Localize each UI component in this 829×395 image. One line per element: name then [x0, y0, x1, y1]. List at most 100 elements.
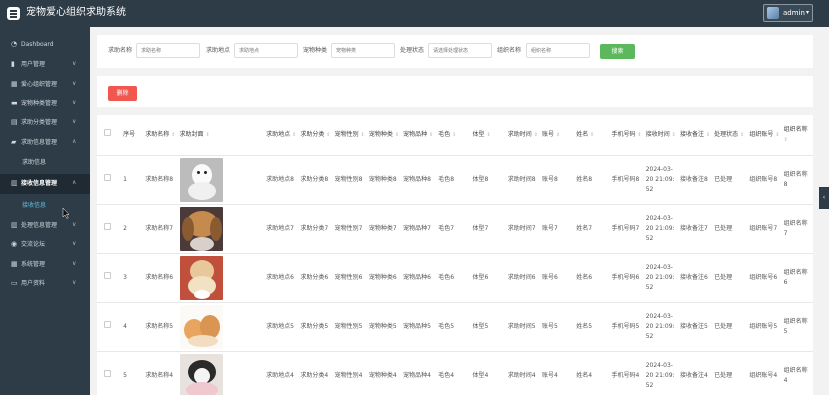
cell-pet-sex: 宠物性别6: [334, 273, 363, 281]
cell-cover: [178, 155, 265, 204]
sidebar-item-help-categories[interactable]: ▤ 求助分类管理 ∨: [0, 113, 90, 133]
col-header[interactable]: 接收时间 ⇕: [644, 115, 678, 155]
col-header[interactable]: 组织账号 ⇕: [747, 115, 781, 155]
tag-icon: ▤: [11, 118, 18, 126]
cell-pet-kind: 宠物种类5: [368, 322, 397, 330]
row-checkbox[interactable]: [104, 370, 111, 378]
col-header[interactable]: 手机号码 ⇕: [609, 115, 643, 155]
checkbox[interactable]: [104, 129, 111, 137]
sidebar-item-label: 求助信息管理: [21, 139, 58, 146]
data-table: 序号 求助名称 ⇕ 求助封面 ⇕ 求助地点 ⇕ 求助分类 ⇕ 宠物性别 ⇕ 宠物…: [97, 115, 813, 395]
delete-button[interactable]: 删除: [108, 86, 137, 101]
col-header[interactable]: 体型 ⇕: [471, 115, 506, 155]
table-row[interactable]: 1 求助名称8 求助地点8 求助分类8 宠物性别8 宠物种类8 宠物品种8 毛色…: [97, 155, 813, 204]
sidebar-item-dashboard[interactable]: ◔ Dashboard: [0, 35, 90, 55]
pet-photo[interactable]: [179, 157, 223, 202]
row-checkbox[interactable]: [104, 272, 111, 279]
table-row[interactable]: 4 求助名称5 求助地点5 求助分类5 宠物性别5 宠物种类5 宠物品种5 毛色…: [97, 302, 813, 351]
search-help-location-input[interactable]: [234, 43, 298, 58]
sidebar-item-label: 用户管理: [21, 61, 46, 68]
sidebar-item-help-info[interactable]: ▰ 求助信息管理 ∧: [0, 133, 90, 153]
table-row[interactable]: 5 求助名称4 求助地点4 求助分类4 宠物性别4 宠物种类4 宠物品种4 毛色…: [97, 351, 813, 395]
row-checkbox[interactable]: [104, 223, 111, 230]
cell-pet-kind: 宠物种类7: [368, 224, 397, 232]
chevron-down-icon: ∨: [72, 118, 77, 125]
pet-photo[interactable]: [179, 304, 223, 349]
sidebar-item-forum[interactable]: ◉ 交流论坛 ∨: [0, 235, 90, 255]
side-collapse-tab[interactable]: ‹: [819, 187, 829, 209]
cell-pet-kind: 宠物种类8: [368, 175, 397, 183]
col-header[interactable]: 姓名 ⇕: [574, 115, 609, 155]
cell-name: 姓名6: [576, 273, 593, 281]
cell-pet-breed: 宠物品种7: [403, 224, 431, 232]
col-header[interactable]: 宠物种类 ⇕: [367, 115, 401, 155]
cell-status: 已处理: [714, 175, 733, 183]
sidebar-item-users[interactable]: ▮ 用户管理 ∨: [0, 55, 90, 75]
search-org-name-input[interactable]: [526, 43, 590, 58]
col-header[interactable]: 求助时间 ⇕: [506, 115, 540, 155]
search-pet-type-input[interactable]: [331, 43, 395, 58]
cell-org-name: 组织名称6: [783, 268, 808, 286]
menu-toggle-icon[interactable]: [7, 7, 20, 20]
cell-account: 账号7: [542, 224, 558, 232]
cell-fur-color: 毛色8: [438, 175, 455, 183]
sidebar-item-system[interactable]: ▦ 系统管理 ∨: [0, 255, 90, 275]
select-all-checkbox[interactable]: [97, 115, 121, 155]
data-table-panel: 序号 求助名称 ⇕ 求助封面 ⇕ 求助地点 ⇕ 求助分类 ⇕ 宠物性别 ⇕ 宠物…: [97, 115, 813, 395]
row-checkbox[interactable]: [104, 321, 111, 328]
col-header[interactable]: 宠物性别 ⇕: [333, 115, 367, 155]
list-icon: ▥: [11, 179, 18, 187]
chevron-down-icon: ∨: [72, 60, 77, 67]
search-help-name-input[interactable]: [136, 43, 200, 58]
cell-phone: 手机号码4: [611, 371, 640, 379]
cell-cover: [178, 204, 265, 253]
sort-icon: ⇕: [533, 131, 538, 138]
sidebar-item-label: 求助分类管理: [21, 119, 58, 126]
col-header[interactable]: 接收备注 ⇕: [678, 115, 712, 155]
sidebar-subitem-receive-info[interactable]: 接收信息: [0, 197, 90, 215]
cell-location: 求助地点7: [266, 224, 294, 232]
sidebar: ◔ Dashboard ▮ 用户管理 ∨ ▦ 爱心组织管理 ∨ ▬ 宠物种类管理…: [0, 27, 90, 395]
app-title: 宠物爱心组织求助系统: [26, 7, 126, 18]
col-header[interactable]: 处理状态 ⇕: [712, 115, 747, 155]
grid-icon: ▦: [11, 80, 18, 88]
sort-icon: ⇕: [486, 131, 491, 138]
sidebar-item-label: 宠物种类管理: [21, 100, 58, 107]
sidebar-item-pet-types[interactable]: ▬ 宠物种类管理 ∨: [0, 94, 90, 114]
col-header[interactable]: 求助名称 ⇕: [143, 115, 177, 155]
sidebar-item-process-info[interactable]: ▥ 处理信息管理 ∨: [0, 216, 90, 236]
cell-help-time: 求助时间8: [507, 175, 536, 183]
sidebar-item-label: 爱心组织管理: [21, 81, 58, 88]
col-header[interactable]: 账号 ⇕: [540, 115, 574, 155]
pet-photo[interactable]: [179, 353, 223, 395]
col-header[interactable]: 宠物品种 ⇕: [401, 115, 436, 155]
cell-pet-sex: 宠物性别5: [334, 322, 363, 330]
sidebar-item-profile[interactable]: ▭ 用户资料 ∨: [0, 274, 90, 294]
sidebar-subitem-help-info[interactable]: 求助信息: [0, 154, 90, 172]
cell-cover: [178, 253, 265, 302]
search-panel: 求助名称 求助地点 宠物种类 处理状态 组织名称 搜索: [97, 35, 813, 68]
sidebar-item-organizations[interactable]: ▦ 爱心组织管理 ∨: [0, 75, 90, 95]
col-header[interactable]: 求助封面 ⇕: [178, 115, 265, 155]
search-button[interactable]: 搜索: [600, 44, 635, 59]
col-header[interactable]: 求助地点 ⇕: [264, 115, 298, 155]
cell-org-account: 组织账号4: [749, 371, 778, 379]
sidebar-item-label: 用户资料: [21, 280, 46, 287]
cell-phone: 手机号码8: [611, 175, 640, 183]
user-menu-button[interactable]: admin ▾: [763, 4, 813, 22]
col-header[interactable]: 毛色 ⇕: [436, 115, 470, 155]
status-select[interactable]: [428, 43, 492, 58]
table-row[interactable]: 2 求助名称7 求助地点7 求助分类7 宠物性别7 宠物种类7 宠物品种7 毛色…: [97, 204, 813, 253]
table-header-row: 序号 求助名称 ⇕ 求助封面 ⇕ 求助地点 ⇕ 求助分类 ⇕ 宠物性别 ⇕ 宠物…: [97, 115, 813, 155]
col-header[interactable]: 求助分类 ⇕: [298, 115, 332, 155]
pet-photo[interactable]: [179, 255, 223, 300]
cell-cover: [178, 302, 265, 351]
col-header[interactable]: 组织名称 ⇕: [782, 115, 813, 155]
row-checkbox[interactable]: [104, 174, 111, 181]
sidebar-item-receive-info[interactable]: ▥ 接收信息管理 ∧: [0, 174, 90, 194]
table-row[interactable]: 3 求助名称6 求助地点6 求助分类6 宠物性别6 宠物种类6 宠物品种6 毛色…: [97, 253, 813, 302]
sort-icon: ⇕: [205, 131, 210, 138]
pet-photo[interactable]: [179, 206, 223, 251]
cell-pet-sex: 宠物性别7: [334, 224, 363, 232]
cell-account: 账号5: [542, 322, 558, 330]
